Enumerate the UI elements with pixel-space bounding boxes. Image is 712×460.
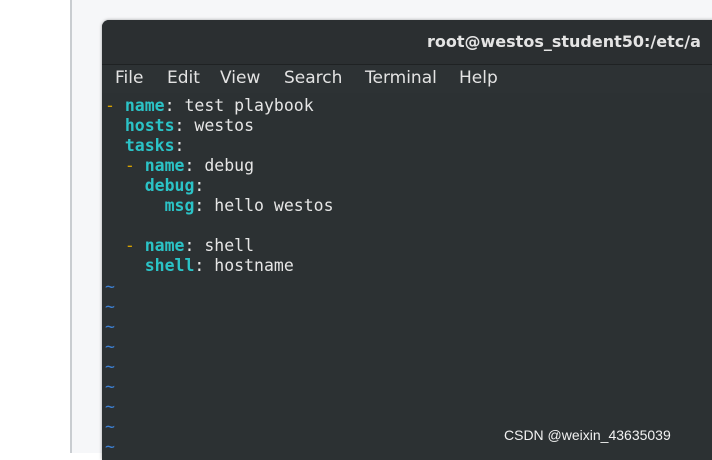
yaml-key: name	[124, 96, 165, 115]
code-line: shell: hostname	[105, 256, 294, 276]
menu-edit[interactable]: Edit	[167, 68, 200, 88]
code-line: hosts: westos	[105, 116, 254, 136]
yaml-colon: :	[194, 176, 205, 195]
window-titlebar[interactable]: root@westos_student50:/etc/a	[102, 20, 712, 65]
code-line: - name: debug	[105, 156, 254, 176]
empty-line-tilde: ~	[105, 357, 115, 376]
code-line: debug:	[105, 176, 205, 196]
empty-line-tilde: ~	[105, 437, 115, 456]
code-line: - name: shell	[105, 236, 254, 256]
vim-editor-area[interactable]: - name: test playbook hosts: westos task…	[102, 94, 712, 460]
menu-help[interactable]: Help	[459, 68, 498, 88]
yaml-value: debug	[194, 156, 255, 175]
yaml-colon: :	[174, 136, 185, 155]
yaml-value: shell	[194, 236, 255, 255]
yaml-key: shell	[144, 256, 195, 275]
terminal-window[interactable]: root@westos_student50:/etc/a File Edit V…	[102, 20, 712, 460]
empty-line-tilde: ~	[105, 397, 115, 416]
yaml-colon: :	[174, 116, 185, 135]
yaml-colon: :	[184, 236, 195, 255]
menu-search[interactable]: Search	[284, 68, 342, 88]
yaml-key: msg	[164, 196, 195, 215]
menu-bar: File Edit View Search Terminal Help	[102, 65, 712, 93]
yaml-value: westos	[184, 116, 255, 135]
empty-line-tilde: ~	[105, 297, 115, 316]
list-dash: -	[105, 96, 115, 115]
yaml-key: debug	[144, 176, 195, 195]
yaml-key: name	[144, 156, 185, 175]
yaml-colon: :	[164, 96, 175, 115]
yaml-colon: :	[194, 256, 205, 275]
yaml-key: name	[144, 236, 185, 255]
empty-line-tilde: ~	[105, 317, 115, 336]
yaml-value: test playbook	[174, 96, 314, 115]
yaml-value: hello westos	[204, 196, 334, 215]
yaml-value: hostname	[204, 256, 294, 275]
empty-line-tilde: ~	[105, 417, 115, 436]
menu-file[interactable]: File	[115, 68, 143, 88]
yaml-colon: :	[184, 156, 195, 175]
menu-view[interactable]: View	[220, 68, 260, 88]
csdn-watermark: CSDN @weixin_43635039	[504, 427, 671, 443]
code-line: tasks:	[105, 136, 185, 156]
window-title: root@westos_student50:/etc/a	[427, 32, 701, 51]
code-line: msg: hello westos	[105, 196, 334, 216]
list-dash: -	[124, 156, 135, 175]
yaml-key: tasks	[124, 136, 175, 155]
yaml-colon: :	[194, 196, 205, 215]
code-line: - name: test playbook	[105, 96, 314, 116]
empty-line-tilde: ~	[105, 337, 115, 356]
empty-line-tilde: ~	[105, 277, 115, 296]
menu-terminal[interactable]: Terminal	[365, 68, 437, 88]
empty-line-tilde: ~	[105, 377, 115, 396]
list-dash: -	[124, 236, 135, 255]
yaml-key: hosts	[124, 116, 175, 135]
